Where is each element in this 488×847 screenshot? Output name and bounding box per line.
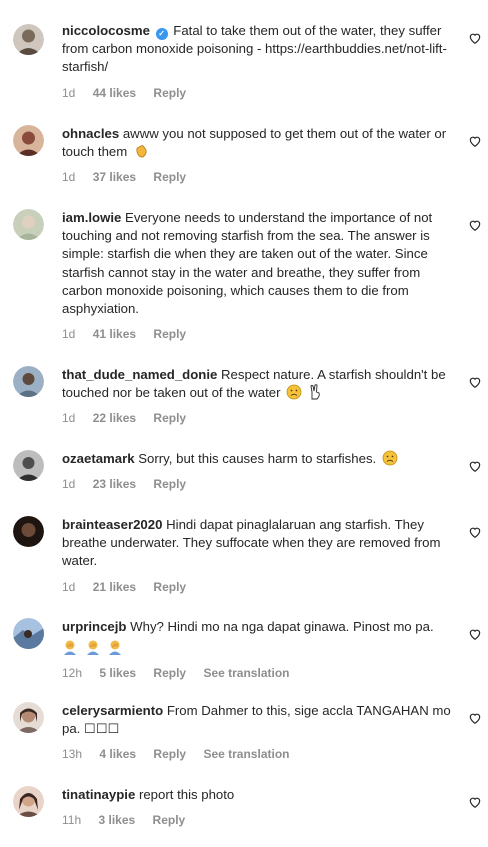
avatar[interactable] [13, 209, 44, 240]
see-translation-button[interactable]: See translation [203, 666, 289, 680]
comment-time: 1d [62, 85, 76, 100]
reply-button[interactable]: Reply [153, 580, 186, 594]
comment-time: 11h [62, 813, 82, 828]
comment-text: Sorry, but this causes harm to starfishe… [138, 451, 377, 466]
comment-time: 1d [62, 170, 76, 185]
reply-button[interactable]: Reply [153, 747, 186, 761]
sad-face-emoji [286, 384, 302, 400]
likes-count[interactable]: 5 likes [99, 666, 136, 680]
username[interactable]: ozaetamark [62, 451, 135, 466]
username[interactable]: brainteaser2020 [62, 517, 162, 532]
comment-text: awww you not supposed to get them out of… [62, 126, 447, 160]
likes-count[interactable]: 3 likes [98, 813, 135, 827]
likes-count[interactable]: 23 likes [93, 477, 136, 491]
heart-icon[interactable] [468, 134, 482, 148]
sad-face-emoji [382, 450, 398, 466]
avatar[interactable] [13, 786, 44, 817]
comment-time: 1d [62, 477, 76, 492]
avatar[interactable] [13, 366, 44, 397]
avatar[interactable] [13, 618, 44, 649]
comment-time: 1d [62, 579, 76, 594]
avatar[interactable] [13, 24, 44, 55]
heart-icon[interactable] [468, 31, 482, 45]
see-translation-button[interactable]: See translation [203, 747, 289, 761]
facepalm-emoji [86, 640, 99, 656]
avatar[interactable] [13, 516, 44, 547]
reply-button[interactable]: Reply [153, 411, 186, 425]
heart-icon[interactable] [468, 218, 482, 232]
reply-button[interactable]: Reply [153, 813, 186, 827]
comment-time: 13h [62, 747, 83, 762]
facepalm-emoji [64, 640, 76, 656]
likes-count[interactable]: 41 likes [93, 327, 136, 341]
comment-text: Everyone needs to understand the importa… [62, 210, 433, 317]
avatar[interactable] [13, 450, 44, 481]
avatar[interactable] [13, 125, 44, 156]
likes-count[interactable]: 4 likes [99, 747, 136, 761]
username[interactable]: niccolocosme [62, 23, 150, 38]
likes-count[interactable]: 44 likes [93, 86, 136, 100]
likes-count[interactable]: 22 likes [93, 411, 136, 425]
heart-icon[interactable] [468, 375, 482, 389]
waving-hand-emoji [136, 145, 147, 158]
username[interactable]: iam.lowie [62, 210, 121, 225]
comment-time: 12h [62, 666, 83, 681]
reply-button[interactable]: Reply [153, 477, 186, 491]
username[interactable]: tinatinaypie [62, 787, 135, 802]
heart-icon[interactable] [468, 795, 482, 809]
comment-text: Why? Hindi mo na nga dapat ginawa. Pinos… [130, 619, 434, 634]
comment-text: report this photo [138, 787, 235, 802]
reply-button[interactable]: Reply [153, 170, 186, 184]
heart-icon[interactable] [468, 627, 482, 641]
peace-hand-emoji [310, 384, 320, 400]
username[interactable]: ohnacles [62, 126, 119, 141]
comment-time: 1d [62, 327, 76, 342]
avatar[interactable] [13, 702, 44, 733]
heart-icon[interactable] [468, 459, 482, 473]
facepalm-emojis [62, 639, 124, 657]
reply-button[interactable]: Reply [153, 327, 186, 341]
comment-time: 1d [62, 411, 76, 426]
likes-count[interactable]: 37 likes [93, 170, 136, 184]
verified-badge-icon: ✓ [155, 28, 168, 40]
reply-button[interactable]: Reply [153, 666, 186, 680]
username[interactable]: urprincejb [62, 619, 126, 634]
facepalm-emoji [109, 640, 122, 656]
likes-count[interactable]: 21 likes [93, 580, 136, 594]
heart-icon[interactable] [468, 525, 482, 539]
heart-icon[interactable] [468, 711, 482, 725]
reply-button[interactable]: Reply [153, 86, 186, 100]
username[interactable]: celerysarmiento [62, 703, 163, 718]
username[interactable]: that_dude_named_donie [62, 367, 217, 382]
